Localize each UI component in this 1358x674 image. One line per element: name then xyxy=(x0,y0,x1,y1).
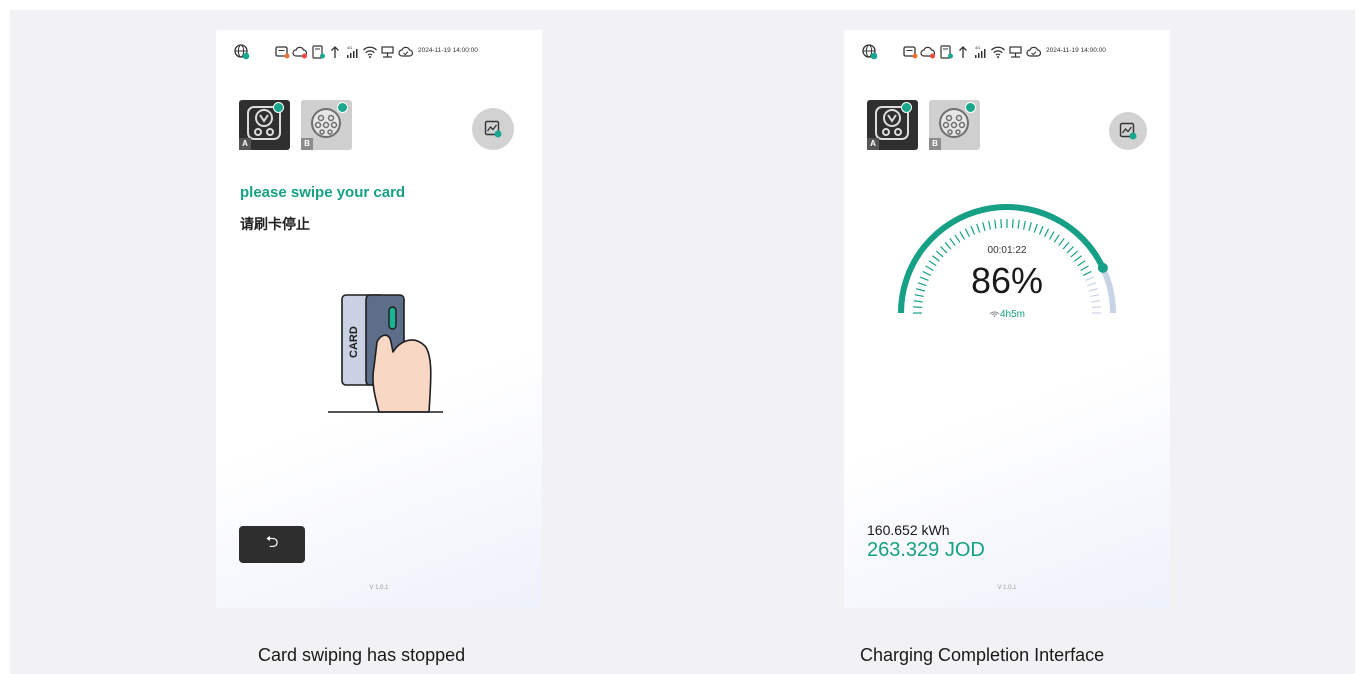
connector-b-tab[interactable]: B xyxy=(929,100,980,150)
gauge-tick xyxy=(994,219,997,229)
version-label: V 1.0.1 xyxy=(997,585,1017,591)
connector-label: B xyxy=(301,138,313,150)
gauge-tick xyxy=(976,223,981,233)
wifi-icon xyxy=(363,46,377,58)
prompt-title: please swipe your card xyxy=(240,184,406,201)
page-canvas: 4G 2024-11-19 14:00:00 A B please swipe … xyxy=(0,0,1358,674)
card-swipe-illustration: CARD xyxy=(328,294,443,413)
gauge-tick xyxy=(964,228,970,238)
gauge-tick xyxy=(1048,231,1055,240)
caption-charging-complete: Charging Completion Interface xyxy=(860,645,1105,665)
gauge-tick xyxy=(1044,228,1050,238)
back-button[interactable]: ⮌ xyxy=(239,526,305,563)
caption-card-swipe: Card swiping has stopped xyxy=(258,645,466,665)
monitor-button[interactable] xyxy=(472,108,514,150)
elapsed-time: 00:01:22 xyxy=(987,245,1027,256)
screen-card-swipe: 4G 2024-11-19 14:00:00 A B please swipe … xyxy=(216,30,542,608)
network-globe-icon xyxy=(234,44,250,60)
connector-label: A xyxy=(867,138,879,150)
signal-4g-icon: 4G xyxy=(347,45,358,58)
connector-b-tab[interactable]: B xyxy=(301,100,352,150)
screen-charging-complete: 4G 2024-11-19 14:00:00 A B 00:01:22 86% … xyxy=(844,30,1170,608)
storage-icon xyxy=(312,45,325,59)
gauge-tick xyxy=(1038,225,1044,235)
wifi-icon xyxy=(991,46,1005,58)
connector-a-tab[interactable]: A xyxy=(867,100,918,150)
chart-settings-icon xyxy=(1119,122,1137,140)
gauge-tick xyxy=(1028,222,1032,232)
charging-signal-icon xyxy=(989,311,1000,317)
charge-percent: 86% xyxy=(970,260,1044,301)
ethernet-icon xyxy=(1009,46,1022,58)
version-label: V 1.0.1 xyxy=(369,585,389,591)
card-label: CARD xyxy=(348,326,360,358)
message-icon xyxy=(903,46,918,59)
monitor-button[interactable] xyxy=(1109,112,1147,150)
connector-label: A xyxy=(239,138,251,150)
network-globe-icon xyxy=(862,44,878,60)
gauge-tick xyxy=(954,234,961,243)
gauge-tick xyxy=(1011,219,1014,229)
gauge-tick xyxy=(970,225,976,235)
gauge-tick xyxy=(982,222,986,232)
cloud-check-icon xyxy=(1026,46,1042,57)
chart-settings-icon xyxy=(484,120,502,138)
gauge-tick xyxy=(1022,220,1026,230)
status-bar: 4G 2024-11-19 14:00:00 xyxy=(234,42,534,62)
svg-text:4G: 4G xyxy=(975,45,980,50)
cloud-alert-icon xyxy=(292,46,308,59)
storage-icon xyxy=(940,45,953,59)
return-arrow-icon: ⮌ xyxy=(265,534,279,551)
cloud-check-icon xyxy=(398,46,414,57)
gauge-tick xyxy=(1017,219,1020,229)
gauge-tick xyxy=(1033,223,1038,233)
connected-check-icon xyxy=(273,102,284,113)
status-bar: 4G 2024-11-19 14:00:00 xyxy=(862,42,1162,62)
cloud-alert-icon xyxy=(920,46,936,59)
connector-a-tab[interactable]: A xyxy=(239,100,290,150)
status-time: 2024-11-19 14:00:00 xyxy=(1046,47,1106,54)
signal-4g-icon: 4G xyxy=(975,45,986,58)
gauge-tick xyxy=(1000,219,1003,229)
status-time: 2024-11-19 14:00:00 xyxy=(418,47,478,54)
connected-check-icon xyxy=(901,102,912,113)
gauge-tick xyxy=(1053,234,1060,243)
energy-delivered: 160.652 kWh xyxy=(867,522,950,538)
gauge-tick xyxy=(959,231,966,240)
message-icon xyxy=(275,46,290,59)
status-dot-icon xyxy=(337,102,348,113)
upload-icon xyxy=(331,46,339,58)
connector-label: B xyxy=(929,138,941,150)
ethernet-icon xyxy=(381,46,394,58)
svg-text:4G: 4G xyxy=(347,45,352,50)
remaining-time-row: 4h5m xyxy=(844,306,1170,320)
status-dot-icon xyxy=(965,102,976,113)
gauge-tick xyxy=(988,220,992,230)
remaining-time: 4h5m xyxy=(999,309,1025,320)
prompt-subtitle: 请刷卡停止 xyxy=(240,217,310,233)
charging-cost: 263.329 JOD xyxy=(867,539,985,561)
upload-icon xyxy=(959,46,967,58)
